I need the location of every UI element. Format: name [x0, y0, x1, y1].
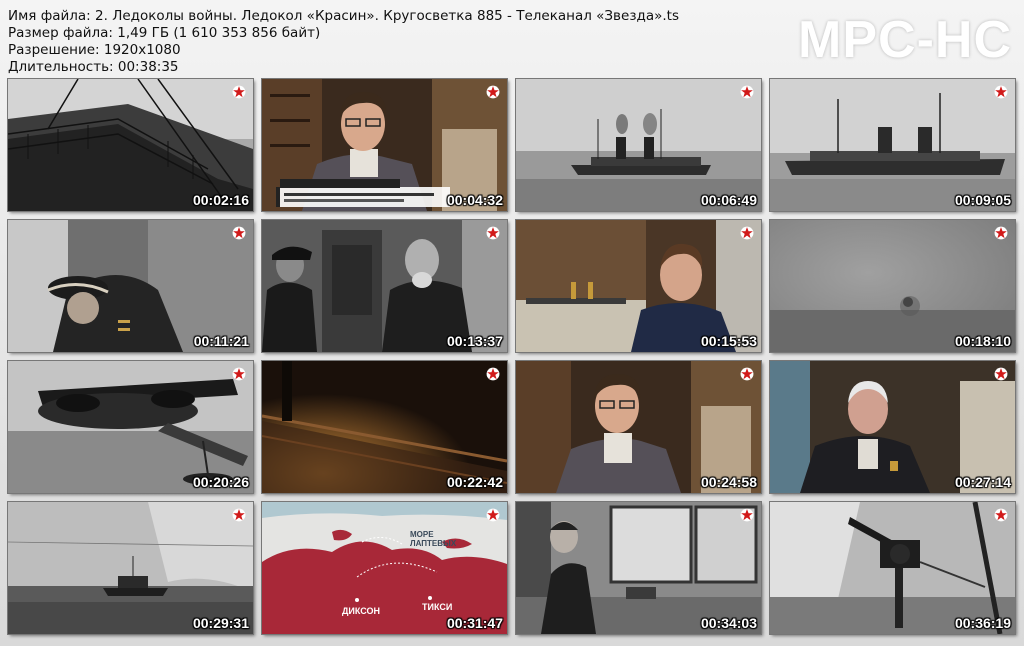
red-star-icon — [232, 508, 246, 522]
red-star-icon — [232, 85, 246, 99]
red-star-icon — [486, 226, 500, 240]
map-label-dikson: ДИКСОН — [342, 606, 381, 616]
timestamp: 00:20:26 — [192, 474, 249, 490]
file-name-line: Имя файла: 2. Ледоколы войны. Ледокол «К… — [8, 8, 679, 24]
red-star-icon — [740, 85, 754, 99]
timestamp: 00:09:05 — [954, 192, 1011, 208]
red-star-icon — [994, 226, 1008, 240]
thumbnail-13[interactable]: 00:29:31 — [8, 502, 253, 634]
thumbnail-11[interactable]: 00:24:58 — [516, 361, 761, 493]
timestamp: 00:36:19 — [954, 615, 1011, 631]
thumbnail-10[interactable]: 00:22:42 — [262, 361, 507, 493]
duration-line: Длительность: 00:38:35 — [8, 59, 179, 75]
thumbnail-1[interactable]: 00:02:16 — [8, 79, 253, 211]
timestamp: 00:34:03 — [700, 615, 757, 631]
timestamp: 00:04:32 — [446, 192, 503, 208]
file-info: Имя файла: 2. Ледоколы войны. Ледокол «К… — [8, 8, 679, 76]
thumbnail-5[interactable]: 00:11:21 — [8, 220, 253, 352]
thumbnail-14[interactable]: МОРЕ ЛАПТЕВЫХ ДИКСОН ТИКСИ 00:31:47 — [262, 502, 507, 634]
file-size-line: Размер файла: 1,49 ГБ (1 610 353 856 бай… — [8, 25, 321, 41]
red-star-icon — [994, 85, 1008, 99]
thumbnail-12[interactable]: 00:27:14 — [770, 361, 1015, 493]
red-star-icon — [486, 85, 500, 99]
thumbnail-9[interactable]: 00:20:26 — [8, 361, 253, 493]
timestamp: 00:11:21 — [193, 333, 249, 349]
map-label-laptev-sea: МОРЕ ЛАПТЕВЫХ — [410, 530, 457, 548]
name-caption-bar — [276, 179, 450, 207]
red-star-icon — [486, 367, 500, 381]
red-star-icon — [232, 367, 246, 381]
red-star-icon — [994, 367, 1008, 381]
red-star-icon — [232, 226, 246, 240]
timestamp: 00:18:10 — [954, 333, 1011, 349]
timestamp: 00:31:47 — [446, 615, 503, 631]
timestamp: 00:02:16 — [192, 192, 249, 208]
red-star-icon — [740, 367, 754, 381]
timestamp: 00:13:37 — [446, 333, 503, 349]
thumbnail-3[interactable]: 00:06:49 — [516, 79, 761, 211]
timestamp: 00:06:49 — [700, 192, 757, 208]
timestamp: 00:27:14 — [954, 474, 1011, 490]
thumbnail-16[interactable]: 00:36:19 — [770, 502, 1015, 634]
mpc-hc-watermark: MPC-HC — [798, 11, 1012, 69]
thumbnail-grid: 00:02:16 00:04:32 00:06:49 00:09:05 00:1… — [8, 79, 1015, 634]
timestamp: 00:29:31 — [192, 615, 249, 631]
timestamp: 00:24:58 — [700, 474, 757, 490]
map-label-tiksi: ТИКСИ — [422, 602, 453, 612]
red-star-icon — [486, 508, 500, 522]
thumbnail-7[interactable]: 00:15:53 — [516, 220, 761, 352]
thumbnail-6[interactable]: 00:13:37 — [262, 220, 507, 352]
thumbnail-4[interactable]: 00:09:05 — [770, 79, 1015, 211]
red-star-icon — [994, 508, 1008, 522]
thumbnail-8[interactable]: 00:18:10 — [770, 220, 1015, 352]
timestamp: 00:15:53 — [700, 333, 757, 349]
timestamp: 00:22:42 — [446, 474, 503, 490]
resolution-line: Разрешение: 1920x1080 — [8, 42, 181, 58]
red-star-icon — [740, 508, 754, 522]
red-star-icon — [740, 226, 754, 240]
thumbnail-15[interactable]: 00:34:03 — [516, 502, 761, 634]
thumbnail-2[interactable]: 00:04:32 — [262, 79, 507, 211]
